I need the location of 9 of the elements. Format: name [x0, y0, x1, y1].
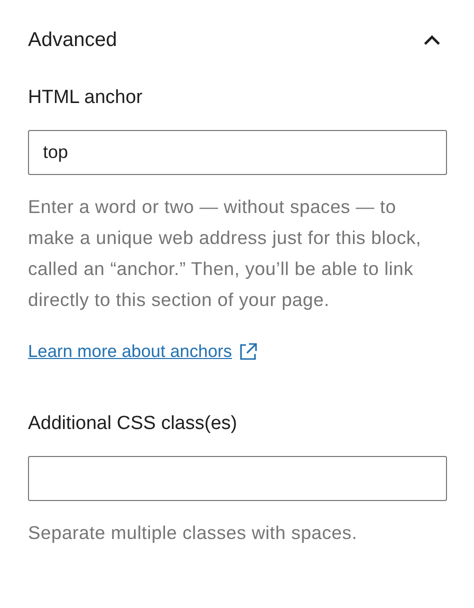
help-text: Separate multiple classes with spaces.: [28, 521, 358, 545]
field-label: Additional CSS class(es): [28, 412, 238, 436]
section-title: Advanced: [28, 28, 117, 52]
text-field[interactable]: top: [28, 130, 447, 175]
field-label: HTML anchor: [28, 86, 144, 110]
help-text: Enter a word or two — without spaces — to make a unique web address just for this block, called an “anchor.” Then, you’ll be able to link directly to this section of your page.: [28, 195, 422, 312]
text-field[interactable]: [28, 456, 447, 501]
external-link-icon: [238, 342, 258, 362]
help-link[interactable]: Learn more about anchors: [28, 341, 258, 362]
